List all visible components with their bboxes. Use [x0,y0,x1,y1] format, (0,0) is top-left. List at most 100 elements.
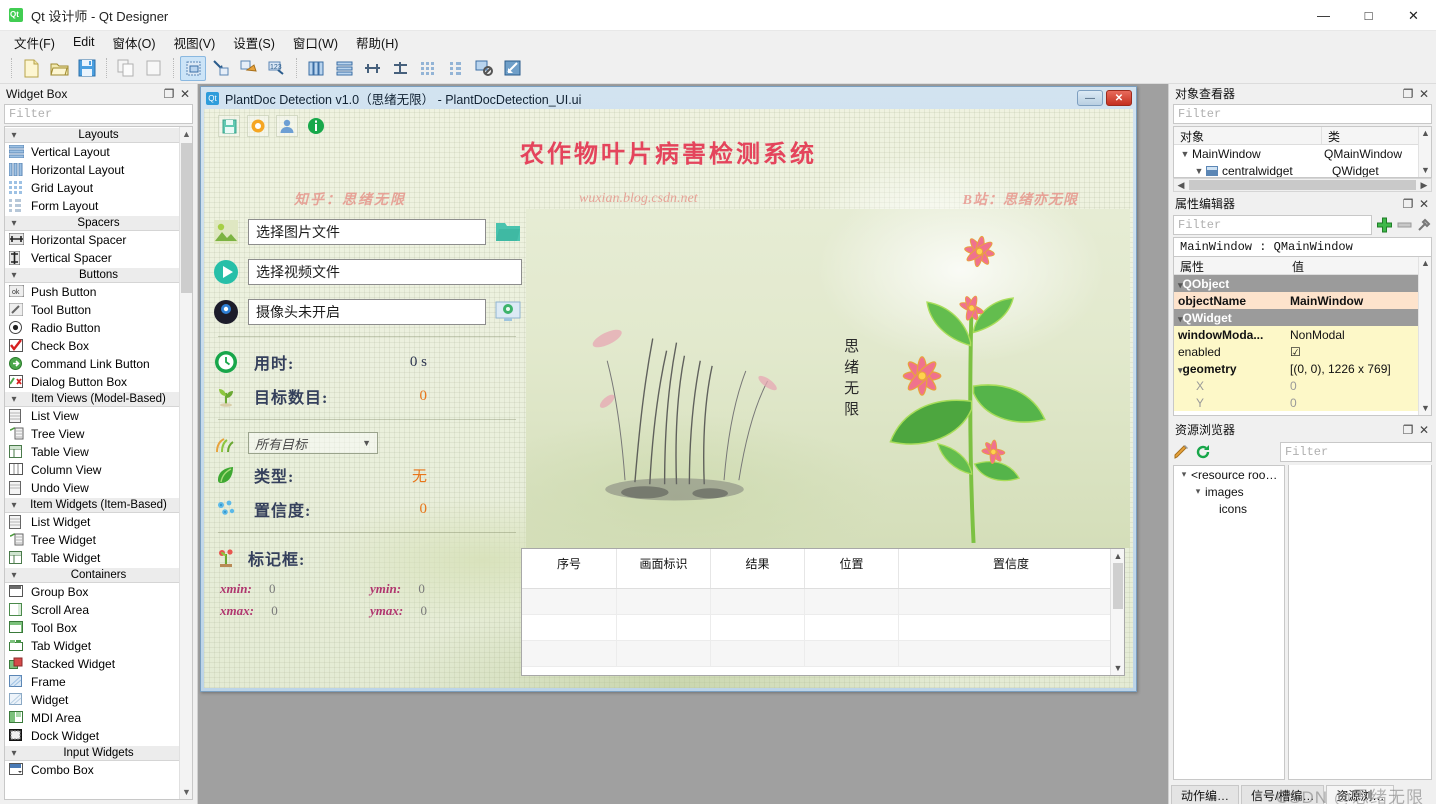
result-col-0[interactable]: 序号 [522,549,617,588]
close-icon[interactable]: ✕ [1416,87,1432,101]
widget-item-scroll-area[interactable]: Scroll Area [5,601,192,619]
property-filter-input[interactable]: Filter [1173,215,1372,235]
resource-tree[interactable]: ▾ <resource roo… ▾ images icons [1173,465,1285,780]
widget-item-horizontal-spacer[interactable]: Horizontal Spacer [5,231,192,249]
property-row-objectname[interactable]: objectName MainWindow [1174,292,1431,309]
widget-item-dock-widget[interactable]: Dock Widget [5,727,192,745]
maximize-button[interactable]: □ [1346,0,1391,31]
property-value[interactable]: 0 [1286,379,1431,393]
monitor-settings-icon[interactable] [494,298,522,326]
widget-item-vertical-layout[interactable]: Vertical Layout [5,143,192,161]
minus-icon[interactable] [1397,220,1412,230]
edit-tab-order-icon[interactable]: 123 [264,56,290,81]
property-table[interactable]: 属性 值 ▾QObject objectName MainWindow ▾QWidge… [1173,256,1432,416]
menu-settings[interactable]: 设置(S) [224,31,284,54]
undock-icon[interactable]: ❐ [1400,197,1416,211]
edit-buddies-icon[interactable] [236,56,262,81]
camera-status-input[interactable]: 摄像头未开启 [248,299,486,325]
chevron-down-icon[interactable]: ▾ [1177,469,1191,480]
property-value[interactable]: MainWindow [1286,294,1431,308]
widget-category-containers[interactable]: ▾ Containers [5,567,192,583]
table-row[interactable] [522,641,1124,667]
new-file-icon[interactable] [18,56,44,81]
property-table-scrollbar[interactable]: ▲ ▼ [1418,257,1431,415]
pencil-icon[interactable] [1173,444,1189,460]
resource-items-list[interactable] [1288,465,1432,780]
plus-icon[interactable] [1376,217,1393,234]
widget-item-frame[interactable]: Frame [5,673,192,691]
object-row-mainwindow[interactable]: ▼ MainWindow QMainWindow [1174,145,1431,162]
object-tree-scrollbar[interactable]: ▲ ▼ [1418,127,1431,177]
widget-box-filter-input[interactable]: Filter [4,104,193,124]
edit-signals-slots-icon[interactable] [208,56,234,81]
widget-category-input-widgets[interactable]: ▾ Input Widgets [5,745,192,761]
widget-item-tree-widget[interactable]: Tree Widget [5,531,192,549]
image-preview-pane[interactable]: 思绪无限 [526,209,1130,548]
wrench-icon[interactable] [1416,217,1432,233]
layout-vertical-icon[interactable] [331,56,357,81]
chevron-down-icon[interactable]: ▾ [1191,486,1205,497]
chevron-down-icon[interactable]: ▾ [5,748,23,759]
result-table-scrollbar[interactable]: ▲ ▼ [1110,549,1124,675]
form-close-button[interactable]: ✕ [1106,90,1132,106]
chevron-down-icon[interactable]: ▼ [1178,149,1192,159]
widget-item-table-view[interactable]: Table View [5,443,192,461]
widget-item-list-view[interactable]: List View [5,407,192,425]
widget-item-group-box[interactable]: Group Box [5,583,192,601]
scroll-up-icon[interactable]: ▲ [1111,549,1125,563]
table-row[interactable] [522,589,1124,615]
widget-item-horizontal-layout[interactable]: Horizontal Layout [5,161,192,179]
widget-category-item-widgets-item-based[interactable]: ▾ Item Widgets (Item-Based) [5,497,192,513]
minimize-button[interactable]: — [1301,0,1346,31]
widget-item-tab-widget[interactable]: Tab Widget [5,637,192,655]
chevron-down-icon[interactable]: ▾ [5,500,23,511]
chevron-down-icon[interactable]: ▾ [5,270,23,281]
object-tree-hscrollbar[interactable]: ◀ ▶ [1173,178,1432,192]
hscrollbar-thumb[interactable] [1189,180,1416,190]
table-row[interactable] [522,615,1124,641]
property-value[interactable]: [(0, 0), 1226 x 769] [1286,362,1431,376]
undock-icon[interactable]: ❐ [161,87,177,101]
scroll-down-icon[interactable]: ▼ [1419,402,1431,415]
menu-window[interactable]: 窗口(W) [284,31,347,54]
widget-item-stacked-widget[interactable]: Stacked Widget [5,655,192,673]
widget-item-tree-view[interactable]: Tree View [5,425,192,443]
undock-icon[interactable]: ❐ [1400,87,1416,101]
scroll-down-icon[interactable]: ▼ [1111,661,1125,675]
property-row-enabled[interactable]: enabled ☑ [1174,343,1431,360]
widget-item-tool-box[interactable]: Tool Box [5,619,192,637]
widget-box-scrollbar[interactable]: ▲ ▼ [179,127,192,799]
layout-form-icon[interactable] [443,56,469,81]
property-row-y[interactable]: Y0 [1174,394,1431,411]
tab-signal-slot-editor[interactable]: 信号/槽编… [1241,785,1325,804]
image-file-icon[interactable] [212,218,240,246]
property-row-qobject[interactable]: ▾QObject [1174,275,1431,292]
result-table[interactable]: 序号 画面标识 结果 位置 置信度 ▲ ▼ [521,548,1125,676]
form-minimize-button[interactable]: — [1077,90,1103,106]
resource-node-images[interactable]: ▾ images [1174,483,1284,500]
layout-splitter-h-icon[interactable] [359,56,385,81]
close-button[interactable]: ✕ [1391,0,1436,31]
edit-widgets-icon[interactable] [180,55,206,81]
chevron-down-icon[interactable]: ▾ [5,130,23,141]
resource-preview-list[interactable] [1288,465,1432,780]
layout-splitter-v-icon[interactable] [387,56,413,81]
property-row-x[interactable]: X0 [1174,377,1431,394]
property-value[interactable]: NonModal [1286,328,1431,342]
result-col-2[interactable]: 结果 [711,549,805,588]
camera-icon[interactable] [212,298,240,326]
video-play-icon[interactable] [212,258,240,286]
widget-item-grid-layout[interactable]: Grid Layout [5,179,192,197]
menu-view[interactable]: 视图(V) [165,31,225,54]
video-file-input[interactable]: 选择视频文件 [248,259,522,285]
chevron-down-icon[interactable]: ▾ [5,218,23,229]
menu-edit[interactable]: Edit [64,33,104,51]
scroll-down-icon[interactable]: ▼ [180,785,192,799]
layout-grid-icon[interactable] [415,56,441,81]
close-icon[interactable]: ✕ [1416,197,1432,211]
chevron-down-icon[interactable]: ▾ [5,570,23,581]
menu-file[interactable]: 文件(F) [5,31,64,54]
widget-item-widget[interactable]: Widget [5,691,192,709]
widget-category-buttons[interactable]: ▾ Buttons [5,267,192,283]
widget-item-radio-button[interactable]: Radio Button [5,319,192,337]
